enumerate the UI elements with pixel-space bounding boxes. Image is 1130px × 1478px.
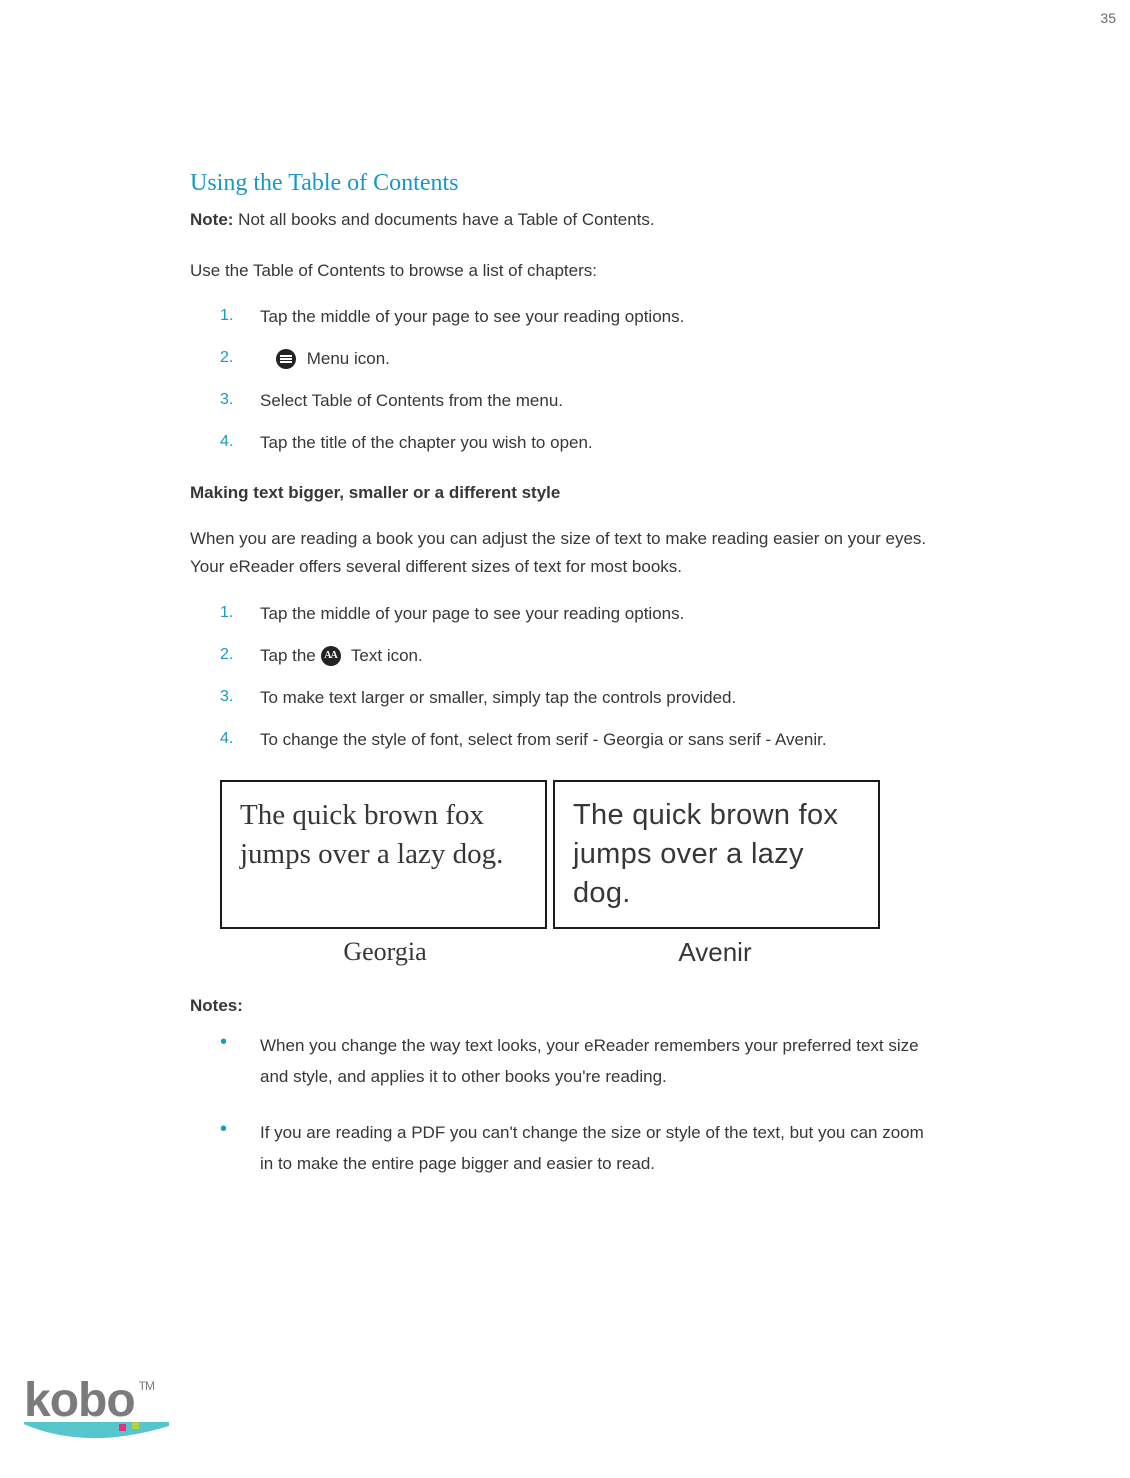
note-item-text: If you are reading a PDF you can't chang… [260, 1117, 930, 1180]
note-line: Note: Not all books and documents have a… [190, 207, 930, 233]
trademark-symbol: TM [139, 1379, 154, 1393]
step-number: 3. [220, 686, 260, 708]
brand-name: kobo [24, 1374, 135, 1427]
step-text: Tap the Text icon. [260, 644, 930, 668]
list-item: 2. Menu icon. [220, 347, 930, 371]
list-item: •When you change the way text looks, you… [220, 1030, 930, 1093]
list-item: 3.Select Table of Contents from the menu… [220, 389, 930, 413]
step-text-pre: Tap the [260, 646, 321, 665]
font-sample-serif: The quick brown fox jumps over a lazy do… [220, 780, 547, 929]
step-number: 3. [220, 389, 260, 411]
step-text: Tap the middle of your page to see your … [260, 602, 930, 626]
bullet-icon: • [220, 1117, 260, 1141]
section-title: Using the Table of Contents [190, 170, 930, 197]
subheading: Making text bigger, smaller or a differe… [190, 483, 930, 503]
font-label-serif: Georgia [220, 937, 550, 968]
note-item-text: When you change the way text looks, your… [260, 1030, 930, 1093]
steps-list-2: 1.Tap the middle of your page to see you… [220, 602, 930, 751]
list-item: •If you are reading a PDF you can't chan… [220, 1117, 930, 1180]
note-label: Note: [190, 210, 233, 229]
brand-text: kobo TM [24, 1373, 174, 1428]
step-text: To make text larger or smaller, simply t… [260, 686, 930, 710]
step-text: Tap the title of the chapter you wish to… [260, 431, 930, 455]
page-content: Using the Table of Contents Note: Not al… [190, 170, 930, 1204]
notes-list: •When you change the way text looks, you… [220, 1030, 930, 1180]
intro-text-1: Use the Table of Contents to browse a li… [190, 257, 930, 286]
list-item: 1.Tap the middle of your page to see you… [220, 305, 930, 329]
list-item: 3.To make text larger or smaller, simply… [220, 686, 930, 710]
step-number: 2. [220, 347, 260, 369]
list-item: 1.Tap the middle of your page to see you… [220, 602, 930, 626]
step-text-post: Text icon. [347, 646, 423, 665]
intro-text-2: When you are reading a book you can adju… [190, 525, 930, 583]
step-number: 1. [220, 305, 260, 327]
step-text-part: Menu icon. [302, 349, 390, 368]
list-item: 2.Tap the Text icon. [220, 644, 930, 668]
font-sample-row: The quick brown fox jumps over a lazy do… [220, 780, 880, 929]
step-text: Tap the middle of your page to see your … [260, 305, 930, 329]
step-number: 4. [220, 431, 260, 453]
list-item: 4.To change the style of font, select fr… [220, 728, 930, 752]
list-item: 4.Tap the title of the chapter you wish … [220, 431, 930, 455]
step-text: To change the style of font, select from… [260, 728, 930, 752]
step-text: Select Table of Contents from the menu. [260, 389, 930, 413]
notes-heading: Notes: [190, 996, 930, 1016]
step-number: 1. [220, 602, 260, 624]
font-label-row: Georgia Avenir [220, 937, 880, 968]
text-size-icon [321, 646, 341, 666]
bullet-icon: • [220, 1030, 260, 1054]
step-text: Menu icon. [260, 347, 930, 371]
step-number: 2. [220, 644, 260, 666]
logo-swoosh-icon [24, 1422, 174, 1444]
kobo-logo: kobo TM [24, 1373, 174, 1444]
note-text: Not all books and documents have a Table… [233, 210, 654, 229]
page-number: 35 [1100, 10, 1116, 26]
font-label-sans: Avenir [550, 937, 880, 968]
menu-icon [276, 349, 296, 369]
font-sample-sans: The quick brown fox jumps over a lazy do… [553, 780, 880, 929]
steps-list-1: 1.Tap the middle of your page to see you… [220, 305, 930, 454]
step-number: 4. [220, 728, 260, 750]
